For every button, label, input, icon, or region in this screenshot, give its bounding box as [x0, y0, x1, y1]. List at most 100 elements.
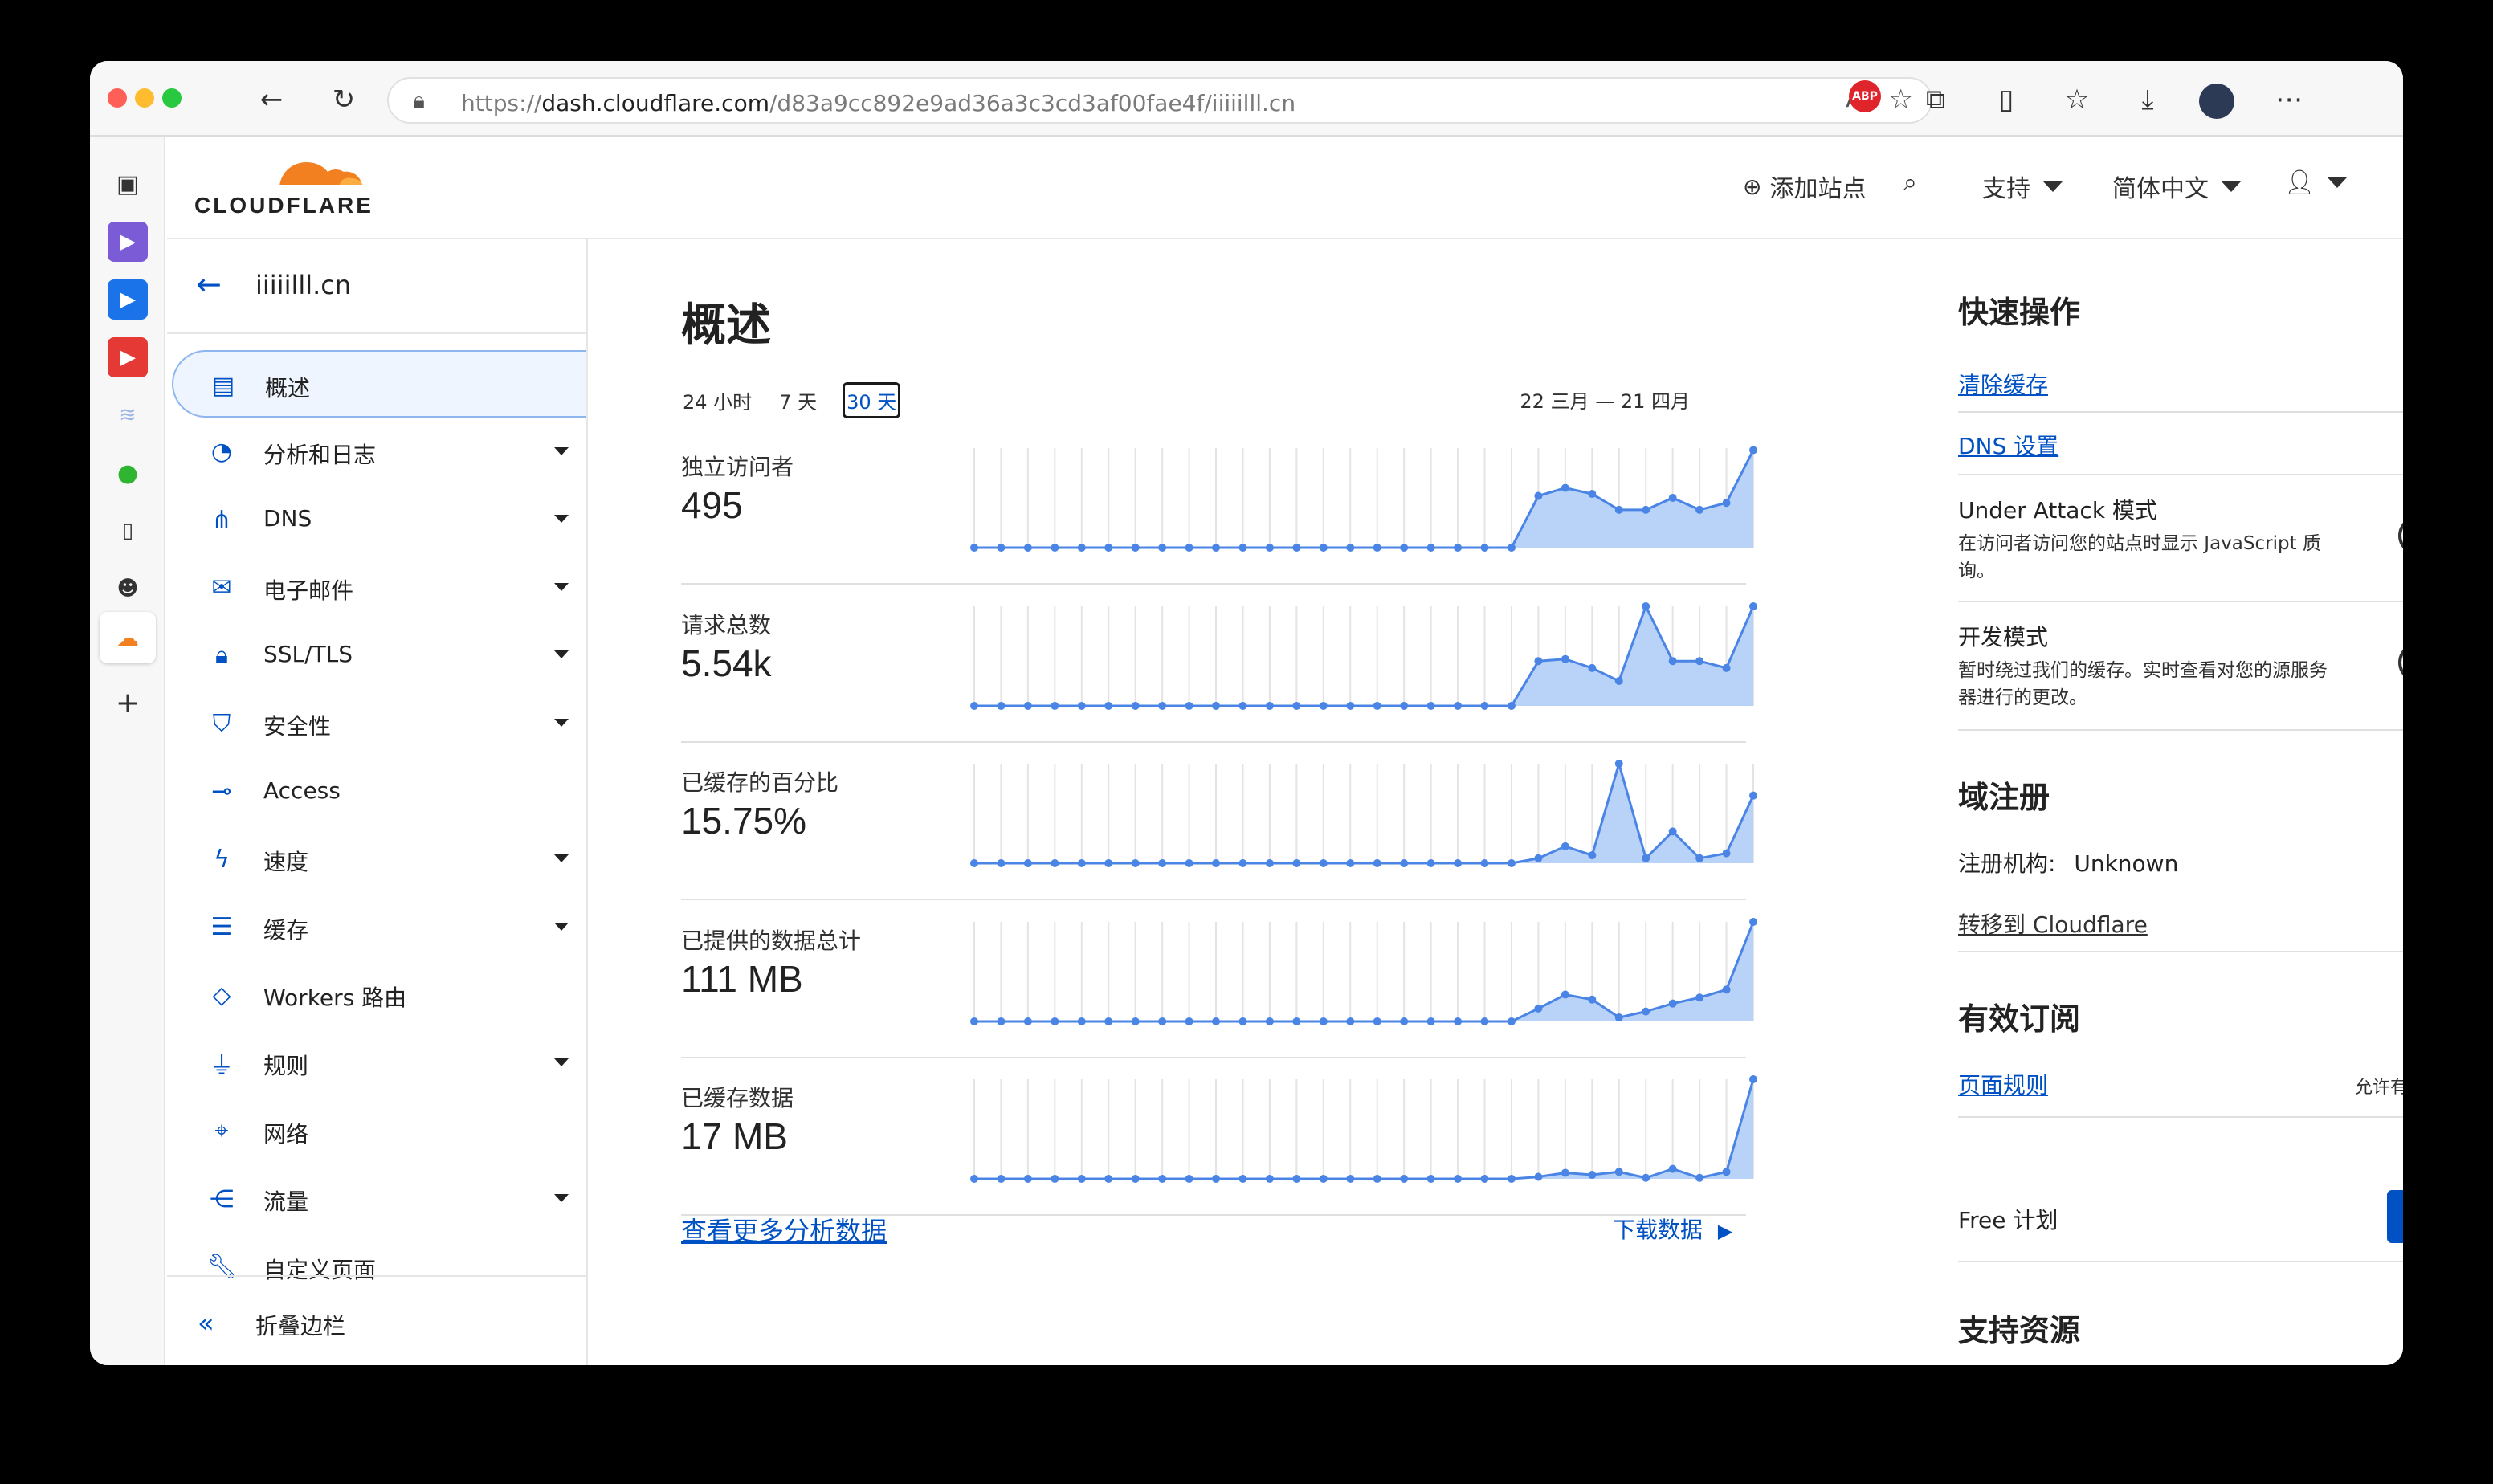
data-point[interactable]: [1534, 491, 1543, 500]
data-point[interactable]: [1158, 544, 1167, 552]
data-point[interactable]: [1319, 859, 1328, 867]
profile-avatar[interactable]: [2199, 84, 2234, 119]
sparkline-chart[interactable]: [970, 751, 1757, 871]
tab-cloudflare-active[interactable]: ☁: [100, 612, 156, 663]
data-point[interactable]: [1588, 490, 1597, 499]
data-point[interactable]: [1023, 544, 1032, 552]
data-point[interactable]: [1292, 859, 1301, 867]
data-point[interactable]: [1373, 1175, 1381, 1183]
data-point[interactable]: [1319, 1017, 1328, 1025]
data-point[interactable]: [1749, 1075, 1757, 1083]
data-point[interactable]: [997, 544, 1006, 552]
data-point[interactable]: [1507, 1017, 1516, 1025]
caret-down-icon[interactable]: [554, 1058, 569, 1066]
page-rules-link[interactable]: 页面规则: [1958, 1068, 2048, 1100]
tab-video-red[interactable]: ▶: [108, 337, 148, 377]
data-point[interactable]: [1023, 1017, 1032, 1025]
language-menu[interactable]: 简体中文: [2112, 169, 2241, 204]
data-point[interactable]: [1614, 1013, 1623, 1021]
search-icon[interactable]: ⌕: [1903, 169, 1917, 197]
data-point[interactable]: [1749, 791, 1757, 800]
data-point[interactable]: [1400, 1175, 1409, 1183]
data-point[interactable]: [1265, 1175, 1274, 1183]
data-point[interactable]: [1695, 993, 1704, 1001]
data-point[interactable]: [997, 1175, 1006, 1183]
range-30d[interactable]: 30 天: [843, 382, 901, 418]
caret-down-icon[interactable]: [554, 854, 569, 863]
back-arrow-icon[interactable]: ←: [251, 79, 292, 120]
data-point[interactable]: [1212, 859, 1221, 867]
data-point[interactable]: [1104, 1017, 1113, 1025]
range-24h[interactable]: 24 小时: [681, 383, 753, 418]
data-point[interactable]: [1480, 701, 1489, 710]
data-point[interactable]: [1749, 601, 1757, 610]
data-point[interactable]: [1238, 544, 1247, 552]
data-point[interactable]: [1346, 859, 1355, 867]
data-point[interactable]: [1077, 1175, 1086, 1183]
tab-panda-icon[interactable]: ☻: [108, 569, 148, 609]
data-point[interactable]: [1346, 1017, 1355, 1025]
data-point[interactable]: [1400, 701, 1409, 710]
minimize-window-button[interactable]: [135, 88, 154, 108]
data-point[interactable]: [1454, 701, 1463, 710]
data-point[interactable]: [1158, 701, 1167, 710]
data-point[interactable]: [1212, 1175, 1221, 1183]
sparkline-chart[interactable]: [970, 909, 1757, 1029]
data-point[interactable]: [1131, 859, 1140, 867]
data-point[interactable]: [1238, 1175, 1247, 1183]
data-point[interactable]: [1023, 701, 1032, 710]
data-point[interactable]: [1561, 842, 1569, 850]
caret-down-icon[interactable]: [554, 515, 569, 524]
data-point[interactable]: [1373, 1017, 1381, 1025]
data-point[interactable]: [1722, 1168, 1731, 1176]
data-point[interactable]: [997, 701, 1006, 710]
data-point[interactable]: [997, 859, 1006, 867]
data-point[interactable]: [997, 1017, 1006, 1025]
data-point[interactable]: [1051, 701, 1059, 710]
data-point[interactable]: [1051, 859, 1059, 867]
sidebar-item[interactable]: ⛉ 安全性: [172, 690, 586, 757]
data-point[interactable]: [1534, 1004, 1543, 1013]
collapse-sidebar-button[interactable]: « 折叠边栏: [167, 1275, 586, 1365]
data-point[interactable]: [1265, 859, 1274, 867]
data-point[interactable]: [1480, 1017, 1489, 1025]
tab-video-blue[interactable]: ▶: [108, 279, 148, 320]
new-tab-plus-icon[interactable]: +: [108, 683, 148, 723]
data-point[interactable]: [1131, 1175, 1140, 1183]
data-point[interactable]: [970, 701, 978, 710]
dns-settings-link[interactable]: DNS 设置: [1958, 429, 2058, 461]
sidebar-item[interactable]: ◇ Workers 路由: [172, 961, 586, 1029]
sidebar-item[interactable]: ▤ 概述: [172, 350, 586, 418]
data-point[interactable]: [1265, 701, 1274, 710]
data-point[interactable]: [1346, 701, 1355, 710]
sidebar-item[interactable]: ☰ 缓存: [172, 894, 586, 961]
data-point[interactable]: [1319, 1175, 1328, 1183]
data-point[interactable]: [1212, 544, 1221, 552]
sidebar-item[interactable]: ⋔ DNS: [172, 486, 586, 553]
data-point[interactable]: [1507, 1175, 1516, 1183]
back-arrow-icon[interactable]: ←: [196, 267, 222, 302]
data-point[interactable]: [1131, 1017, 1140, 1025]
data-point[interactable]: [1614, 760, 1623, 768]
data-point[interactable]: [1185, 544, 1193, 552]
data-point[interactable]: [1749, 917, 1757, 926]
support-menu[interactable]: 支持: [1982, 169, 2063, 204]
caret-down-icon[interactable]: [554, 922, 569, 931]
data-point[interactable]: [1668, 1164, 1677, 1173]
data-point[interactable]: [1454, 1017, 1463, 1025]
data-point[interactable]: [970, 544, 978, 552]
data-point[interactable]: [1131, 701, 1140, 710]
data-point[interactable]: [1480, 859, 1489, 867]
data-point[interactable]: [1642, 854, 1650, 862]
purge-cache-link[interactable]: 清除缓存: [1958, 368, 2048, 400]
data-point[interactable]: [1158, 1017, 1167, 1025]
sparkline-chart[interactable]: [970, 435, 1757, 556]
data-point[interactable]: [1695, 854, 1704, 862]
zoom-window-button[interactable]: [162, 88, 182, 108]
data-point[interactable]: [1077, 544, 1086, 552]
download-icon[interactable]: ⤓: [2127, 79, 2169, 120]
tab-layers-icon[interactable]: ≋: [108, 395, 148, 435]
account-menu[interactable]: 👤︎: [2284, 169, 2348, 197]
data-point[interactable]: [1668, 999, 1677, 1008]
data-point[interactable]: [1158, 1175, 1167, 1183]
